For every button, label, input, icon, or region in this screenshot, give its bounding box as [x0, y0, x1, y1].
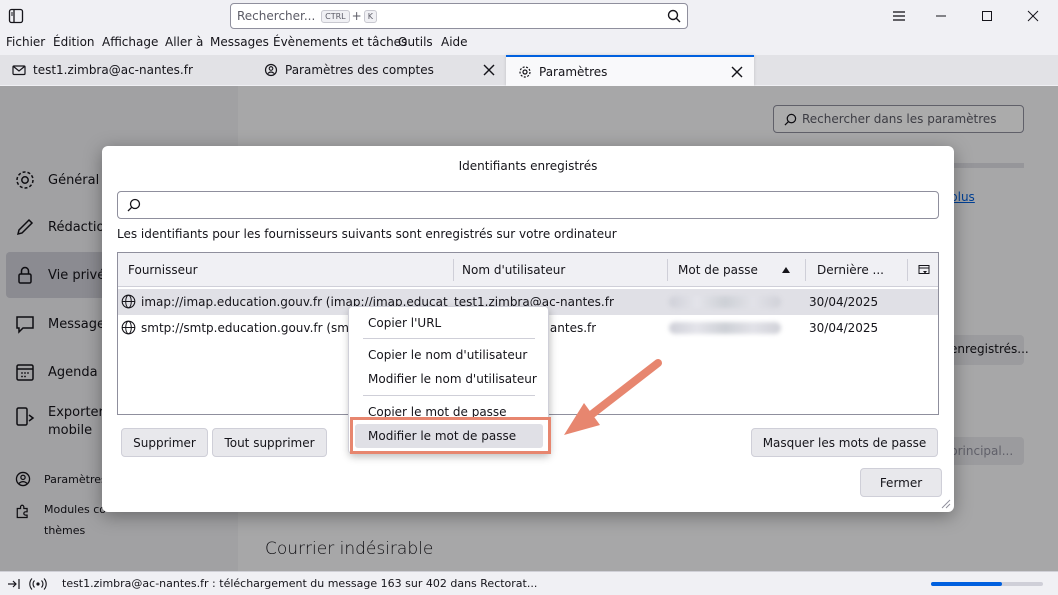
menu-separator	[363, 395, 535, 396]
account-settings-icon	[264, 63, 278, 77]
column-picker-icon[interactable]	[918, 264, 930, 276]
menu-evenements[interactable]: Évènements et tâches	[273, 35, 407, 49]
cell-password-hidden	[669, 296, 781, 308]
tab-bar: test1.zimbra@ac-nantes.fr Paramètres des…	[0, 55, 1058, 86]
collapse-pane-icon[interactable]	[7, 578, 20, 590]
column-provider[interactable]: Fournisseur	[128, 263, 198, 277]
menu-affichage[interactable]: Affichage	[102, 35, 158, 49]
cell-last-used: 30/04/2025	[809, 321, 879, 335]
menu-aide[interactable]: Aide	[441, 35, 468, 49]
column-separator[interactable]	[667, 259, 668, 281]
menu-separator	[363, 338, 535, 339]
tab-label: Paramètres des comptes	[285, 63, 434, 77]
close-window-icon[interactable]	[1023, 6, 1043, 26]
maximize-icon[interactable]	[977, 6, 997, 26]
column-password[interactable]: Mot de passe	[678, 263, 758, 277]
column-separator[interactable]	[453, 259, 454, 281]
delete-all-button[interactable]: Tout supprimer	[212, 428, 327, 457]
mail-icon	[12, 65, 26, 76]
online-status-icon[interactable]	[29, 577, 47, 591]
hide-passwords-button[interactable]: Masquer les mots de passe	[751, 428, 938, 457]
tab-label: Paramètres	[539, 64, 608, 79]
close-button[interactable]: Fermer	[860, 468, 942, 497]
close-tab-icon[interactable]	[730, 65, 744, 79]
column-separator[interactable]	[907, 259, 908, 281]
cell-password-hidden	[669, 322, 781, 334]
menu-aller[interactable]: Aller à	[165, 35, 203, 49]
sort-ascending-icon	[782, 267, 790, 273]
status-bar: test1.zimbra@ac-nantes.fr : téléchargeme…	[0, 571, 1058, 595]
gear-icon	[519, 65, 531, 78]
globe-icon	[121, 320, 136, 335]
table-header: Fournisseur Nom d'utilisateur Mot de pas…	[118, 253, 938, 287]
logins-filter-input[interactable]	[117, 191, 939, 219]
progress-fill	[931, 582, 1002, 586]
hamburger-menu-icon[interactable]	[889, 6, 909, 26]
search-icon	[667, 9, 681, 23]
sidebar-toggle-icon[interactable]	[8, 8, 24, 24]
menu-bar: Fichier Édition Affichage Aller à Messag…	[0, 33, 1058, 53]
menu-copy-url[interactable]: Copier l'URL	[368, 316, 441, 330]
globe-icon	[121, 294, 136, 309]
search-placeholder: Rechercher...	[237, 9, 316, 23]
shortcut-key-ctrl: CTRL	[321, 10, 350, 23]
shortcut-key-k: K	[363, 10, 377, 23]
dialog-description: Les identifiants pour les fournisseurs s…	[117, 227, 617, 241]
menu-edit-username[interactable]: Modifier le nom d'utilisateur	[368, 372, 537, 386]
shortcut-plus: +	[351, 9, 362, 23]
tab-mail[interactable]: test1.zimbra@ac-nantes.fr	[0, 55, 252, 85]
column-last-used[interactable]: Dernière ...	[817, 263, 884, 277]
annotation-arrow-icon	[564, 359, 662, 435]
cell-last-used: 30/04/2025	[809, 295, 879, 309]
menu-copy-username[interactable]: Copier le nom d'utilisateur	[368, 348, 527, 362]
global-search-input[interactable]: Rechercher... CTRL + K	[230, 3, 688, 29]
menu-messages[interactable]: Messages	[210, 35, 269, 49]
title-bar: Rechercher... CTRL + K	[0, 0, 1058, 32]
annotation-highlight-box	[350, 417, 551, 454]
delete-button[interactable]: Supprimer	[121, 428, 208, 457]
column-separator[interactable]	[805, 259, 806, 281]
tab-account-settings[interactable]: Paramètres des comptes	[252, 55, 506, 85]
menu-outils[interactable]: Outils	[398, 35, 433, 49]
dialog-title: Identifiants enregistrés	[458, 159, 598, 173]
close-tab-icon[interactable]	[482, 63, 496, 77]
menu-edition[interactable]: Édition	[53, 35, 95, 49]
tab-settings[interactable]: Paramètres	[506, 55, 754, 86]
download-progress	[931, 582, 1043, 586]
search-icon	[127, 198, 141, 212]
minimize-icon[interactable]	[931, 6, 951, 26]
menu-fichier[interactable]: Fichier	[6, 35, 45, 49]
resize-grip-icon[interactable]	[939, 497, 951, 509]
column-username[interactable]: Nom d'utilisateur	[462, 263, 565, 277]
tab-label: test1.zimbra@ac-nantes.fr	[33, 63, 193, 77]
status-text: test1.zimbra@ac-nantes.fr : téléchargeme…	[62, 577, 538, 590]
